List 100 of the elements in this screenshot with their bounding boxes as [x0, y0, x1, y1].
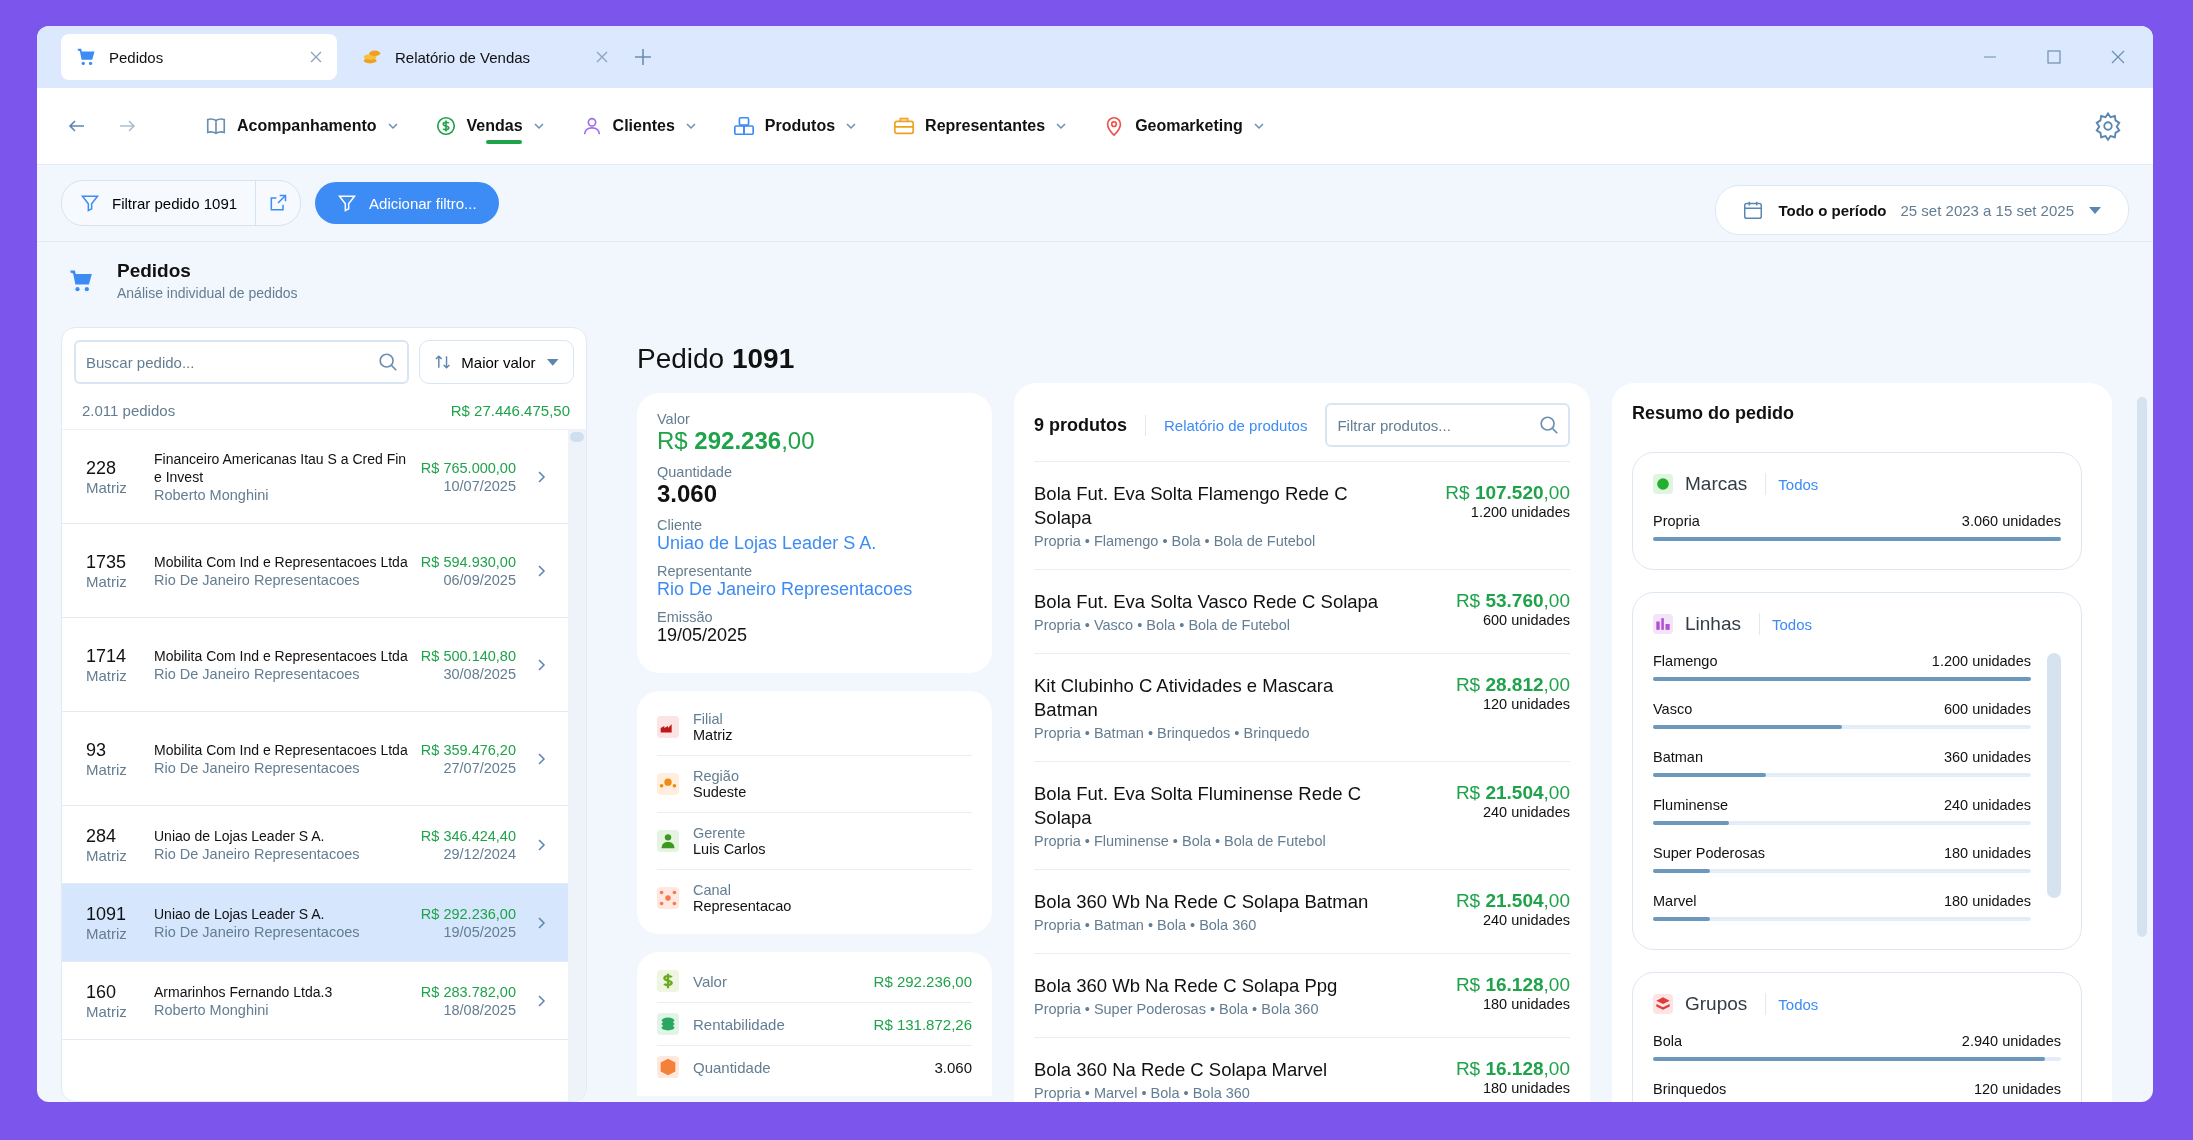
- product-name: Bola 360 Wb Na Rede C Solapa Batman: [1034, 890, 1370, 914]
- field-label: Emissão: [657, 609, 714, 625]
- summary-title: Resumo do pedido: [1632, 403, 1795, 424]
- search-field[interactable]: Buscar pedido...: [74, 340, 409, 384]
- group-title: Marcas: [1685, 473, 1767, 495]
- info-label: Filial: [693, 711, 724, 727]
- product-name: Bola Fut. Eva Solta Flamengo Rede C Solapa: [1034, 482, 1349, 530]
- product-units: 180 unidades: [1481, 996, 1570, 1012]
- factory-icon: [657, 716, 679, 738]
- info-value: Sudeste: [693, 784, 747, 800]
- add-tab-icon[interactable]: [633, 47, 653, 67]
- settings-icon[interactable]: [2093, 111, 2123, 141]
- group-item-label: Fluminense: [1653, 797, 1728, 813]
- scrollbar-thumb[interactable]: [2047, 653, 2061, 898]
- close-icon[interactable]: [595, 50, 609, 64]
- total-label: Quantidade: [693, 1058, 772, 1076]
- tab[interactable]: Relatório de Vendas: [347, 34, 623, 80]
- client-name: Mobilita Com Ind e Representacoes Ltda: [154, 740, 409, 759]
- product-value: R$ 28.812,00: [1455, 674, 1570, 696]
- order-date: 30/08/2025: [442, 664, 516, 683]
- order-row[interactable]: 1091 Matriz Uniao de Lojas Leader S A. Rio De Janeiro Representacoes R$ 292.236,00 19/05/2025: [62, 884, 568, 962]
- order-value: R$ 292.236,00: [420, 904, 516, 923]
- period-range: 25 set 2023 a 15 set 2025: [1900, 201, 2074, 219]
- book-icon: [205, 115, 227, 137]
- maximize-icon[interactable]: [2047, 50, 2061, 64]
- product-units: 240 unidades: [1481, 804, 1570, 820]
- nav-menu-item[interactable]: Acompanhamento: [187, 88, 417, 164]
- order-date: 29/12/2024: [442, 844, 516, 863]
- period-selector[interactable]: Todo o período 25 set 2023 a 15 set 2025: [1715, 185, 2129, 235]
- field-value: R$ 292.236,00: [657, 427, 816, 455]
- tab[interactable]: Pedidos: [61, 34, 337, 80]
- info-value: Luis Carlos: [693, 841, 766, 857]
- badge-icon: [1653, 474, 1673, 494]
- product-units: 1.200 unidades: [1469, 504, 1570, 520]
- order-number: 160: [86, 981, 118, 1003]
- chevron-right-icon: [536, 993, 546, 1008]
- representative-name: Rio De Janeiro Representacoes: [154, 664, 361, 683]
- nav-menu-item[interactable]: Produtos: [714, 88, 876, 164]
- caret-icon: [545, 357, 559, 367]
- client-name: Mobilita Com Ind e Representacoes Ltda: [154, 646, 409, 665]
- order-value: R$ 283.782,00: [420, 982, 516, 1001]
- page-subtitle: Análise individual de pedidos: [117, 285, 298, 301]
- group-item-units: 180 unidades: [1943, 893, 2031, 909]
- sort-dropdown[interactable]: Maior valor: [419, 340, 574, 384]
- layers-icon: [1653, 994, 1673, 1014]
- box-icon: [657, 1056, 679, 1078]
- field-label: Cliente: [657, 517, 704, 533]
- all-link[interactable]: Todos: [1778, 995, 1819, 1013]
- order-value: R$ 765.000,00: [420, 458, 516, 477]
- product-tags: Propria • Batman • Brinquedos • Brinquedo: [1034, 725, 1394, 741]
- order-title: Pedido 1091: [637, 343, 796, 375]
- order-value: R$ 359.476,20: [420, 740, 516, 759]
- page-title: Pedidos: [117, 260, 192, 282]
- representative-name: Rio De Janeiro Representacoes: [154, 570, 361, 589]
- order-number: 1735: [86, 551, 128, 573]
- product-tags: Propria • Vasco • Bola • Bola de Futebol: [1034, 617, 1394, 633]
- search-icon: [377, 351, 399, 373]
- order-branch: Matriz: [86, 1002, 128, 1020]
- group-item-label: Batman: [1653, 749, 1703, 765]
- info-value: Representacao: [693, 898, 792, 914]
- filter-field[interactable]: Filtrar produtos...: [1325, 403, 1570, 447]
- product-units: 120 unidades: [1481, 696, 1570, 712]
- coins-icon: [657, 1013, 679, 1035]
- product-tags: Propria • Batman • Bola • Bola 360: [1034, 917, 1394, 933]
- scrollbar-thumb[interactable]: [570, 432, 584, 442]
- dollar-icon: [657, 970, 679, 992]
- nav-menu-item[interactable]: Vendas: [416, 88, 563, 164]
- representative-name: Roberto Monghini: [154, 485, 270, 504]
- order-branch: Matriz: [86, 760, 128, 778]
- product-name: Kit Clubinho C Atividades e Mascara Batman: [1034, 674, 1335, 722]
- order-date: 18/08/2025: [442, 1000, 516, 1019]
- network-icon: [657, 887, 679, 909]
- nav-menu-item[interactable]: Clientes: [562, 88, 715, 164]
- close-icon[interactable]: [309, 50, 323, 64]
- chevron-down-icon: [1252, 120, 1265, 132]
- group-item-label: Super Poderosas: [1653, 845, 1766, 861]
- product-value: R$ 21.504,00: [1455, 890, 1570, 912]
- close-icon[interactable]: [2111, 50, 2125, 64]
- chevron-right-icon: [536, 469, 546, 484]
- order-value: R$ 594.930,00: [420, 552, 516, 571]
- product-units: 180 unidades: [1481, 1080, 1570, 1096]
- chevron-right-icon: [536, 751, 546, 766]
- order-branch: Matriz: [86, 572, 128, 590]
- group-item-label: Bola: [1653, 1033, 1683, 1049]
- all-link[interactable]: Todos: [1778, 475, 1819, 493]
- nav-menu-item[interactable]: Geomarketing: [1085, 88, 1283, 164]
- scrollbar-thumb[interactable]: [2137, 397, 2147, 937]
- group-item-units: 2.940 unidades: [1961, 1033, 2061, 1049]
- group-title: Grupos: [1685, 993, 1767, 1015]
- order-number: 93: [86, 739, 108, 761]
- order-value: R$ 500.140,80: [420, 646, 516, 665]
- group-item-label: Marvel: [1653, 893, 1697, 909]
- external-link-icon[interactable]: [268, 193, 289, 213]
- nav-menu-item[interactable]: Representantes: [875, 88, 1086, 164]
- product-tags: Propria • Super Poderosas • Bola • Bola 360: [1034, 1001, 1394, 1017]
- product-units: 240 unidades: [1481, 912, 1570, 928]
- client-name: Uniao de Lojas Leader S A.: [154, 904, 326, 923]
- group-item-units: 240 unidades: [1943, 797, 2031, 813]
- order-date: 27/07/2025: [442, 758, 516, 777]
- cart-icon: [75, 46, 97, 68]
